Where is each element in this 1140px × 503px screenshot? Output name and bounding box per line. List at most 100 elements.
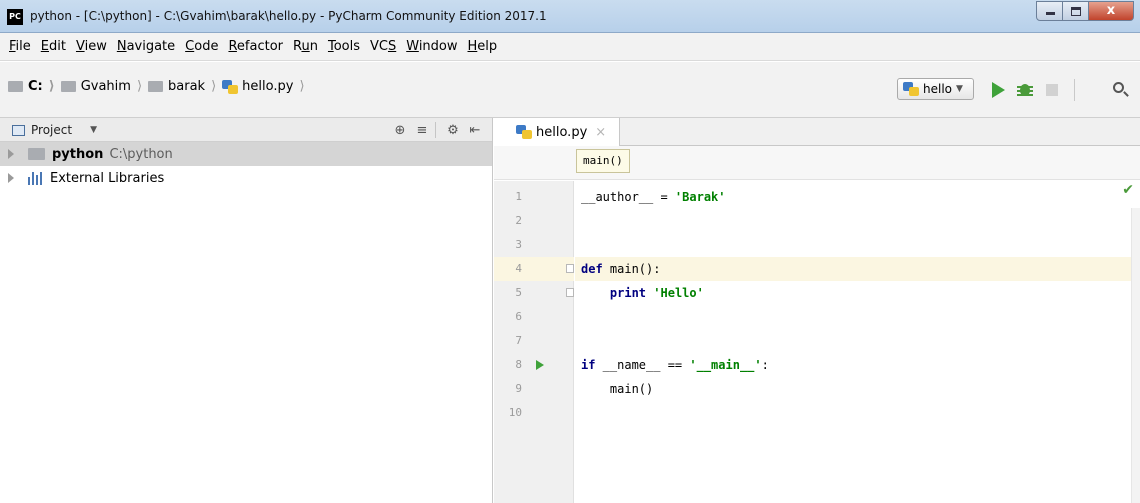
folder-icon	[8, 81, 23, 92]
code-text: print 'Hello'	[581, 281, 704, 305]
project-tool-window: Project ▼ ⊕ ≡ ⚙ ⇤ python C:\python Exter…	[0, 118, 493, 503]
code-keyword: print	[609, 286, 647, 300]
fold-marker-icon[interactable]	[566, 264, 574, 273]
python-file-icon	[516, 125, 532, 139]
crumb-gvahim[interactable]: Gvahim ⟩	[60, 79, 148, 94]
line-number: 3	[515, 238, 522, 251]
run-gutter-icon[interactable]	[536, 360, 544, 370]
code-line[interactable]	[575, 401, 1140, 425]
toolbar-divider	[1074, 79, 1075, 101]
menu-item-navigate[interactable]: Navigate	[112, 39, 180, 54]
menu-item-window[interactable]: Window	[401, 39, 462, 54]
maximize-button[interactable]	[1063, 1, 1089, 21]
code-line[interactable]	[575, 209, 1140, 233]
code-line[interactable]: print 'Hello'	[575, 281, 1140, 305]
gear-icon[interactable]: ⚙	[444, 121, 462, 139]
folder-icon	[60, 81, 76, 92]
gutter-line: 3	[494, 233, 574, 257]
menu-item-run[interactable]: Run	[288, 39, 323, 54]
expand-arrow-icon[interactable]	[8, 149, 14, 159]
project-icon	[12, 124, 25, 136]
menu-item-code[interactable]: Code	[180, 39, 223, 54]
editor-gutter: 1 2 3 4 5 6 7 8 9 10	[494, 181, 574, 503]
toolbar-divider	[435, 122, 436, 138]
menu-item-view[interactable]: View	[71, 39, 112, 54]
title-bar: PC python - [C:\python] - C:\Gvahim\bara…	[0, 0, 1140, 33]
code-line[interactable]: if __name__ == '__main__':	[575, 353, 1140, 377]
code-text: if __name__ == '__main__':	[581, 353, 769, 377]
gutter-line: 10	[494, 401, 574, 425]
menu-item-vcs[interactable]: VCS	[365, 39, 401, 54]
menu-item-refactor[interactable]: Refactor	[223, 39, 288, 54]
line-number: 10	[508, 406, 522, 419]
expand-arrow-icon[interactable]	[8, 173, 14, 183]
code-breadcrumb-bar: main()	[494, 146, 1140, 180]
crumb-drive[interactable]: C: ⟩	[8, 79, 61, 94]
collapse-all-icon[interactable]: ≡	[413, 121, 431, 139]
chevron-down-icon: ▼	[956, 84, 963, 94]
close-button[interactable]: x	[1089, 1, 1134, 21]
error-stripe[interactable]	[1131, 208, 1140, 503]
code-line[interactable]: __author__ = 'Barak'	[575, 185, 1140, 209]
breadcrumb: C: ⟩ Gvahim ⟩ barak ⟩ hello.py ⟩	[8, 79, 311, 94]
run-configuration-select[interactable]: hello ▼	[897, 78, 974, 100]
fold-marker-icon[interactable]	[566, 288, 574, 297]
chevron-down-icon: ▼	[90, 125, 97, 135]
menu-item-edit[interactable]: Edit	[36, 39, 71, 54]
folder-icon	[148, 81, 164, 92]
close-icon: x	[1106, 3, 1116, 18]
maximize-icon	[1071, 7, 1081, 16]
menu-item-help[interactable]: Help	[463, 39, 503, 54]
editor-tab-bar: hello.py ×	[494, 118, 1140, 146]
gutter-line: 8	[494, 353, 574, 377]
hide-panel-icon[interactable]: ⇤	[466, 121, 484, 139]
python-file-icon	[903, 82, 919, 96]
line-number: 2	[515, 214, 522, 227]
menu-item-file[interactable]: File	[4, 39, 36, 54]
gutter-line: 7	[494, 329, 574, 353]
run-icon[interactable]	[989, 81, 1007, 99]
code-string: 'Barak'	[674, 190, 726, 204]
crumb-hello-py[interactable]: hello.py ⟩	[222, 79, 310, 94]
scroll-from-source-icon[interactable]: ⊕	[391, 121, 409, 139]
menu-item-tools[interactable]: Tools	[323, 39, 365, 54]
stop-icon[interactable]	[1043, 81, 1061, 99]
line-number: 1	[515, 190, 522, 203]
minimize-button[interactable]	[1036, 1, 1063, 21]
debug-icon[interactable]	[1016, 81, 1034, 99]
code-line[interactable]: main()	[575, 377, 1140, 401]
navigation-bar: C: ⟩ Gvahim ⟩ barak ⟩ hello.py ⟩ hello ▼	[0, 62, 1140, 118]
window-title: python - [C:\python] - C:\Gvahim\barak\h…	[30, 9, 547, 23]
folder-icon	[28, 148, 45, 160]
code-keyword: def	[581, 262, 603, 276]
libraries-icon	[28, 171, 44, 185]
close-tab-icon[interactable]: ×	[595, 125, 606, 140]
code-text: __author__ = 'Barak'	[581, 185, 726, 209]
code-string: 'Hello'	[653, 286, 704, 300]
code-line[interactable]	[575, 233, 1140, 257]
inspection-ok-icon: ✔	[1122, 182, 1134, 198]
menu-bar: File Edit View Navigate Code Refactor Run Tools…	[0, 33, 1140, 61]
code-text: def main():	[581, 257, 660, 281]
code-area[interactable]: __author__ = 'Barak' def main(): print 'H…	[575, 181, 1140, 503]
line-number: 6	[515, 310, 522, 323]
window-controls: x	[1036, 1, 1134, 21]
code-token: main():	[602, 262, 661, 276]
tab-hello-py[interactable]: hello.py ×	[494, 118, 620, 146]
python-file-icon	[222, 79, 239, 94]
code-line[interactable]: def main():	[575, 257, 1140, 281]
project-toolbar: ⊕ ≡ ⚙ ⇤	[387, 121, 484, 139]
code-line[interactable]	[575, 329, 1140, 353]
gutter-line: 2	[494, 209, 574, 233]
editor: hello.py × main() 1 2 3 4 5 6 7 8 9 10 __author__…	[494, 118, 1140, 503]
code-string: '__main__'	[689, 358, 762, 372]
search-icon[interactable]	[1112, 81, 1130, 99]
code-line[interactable]	[575, 305, 1140, 329]
crumb-barak[interactable]: barak ⟩	[148, 79, 222, 94]
code-text: main()	[581, 377, 653, 401]
project-view-selector[interactable]: Project ▼	[12, 123, 97, 137]
tree-item-external-libraries[interactable]: External Libraries	[0, 166, 492, 190]
code-breadcrumb-main[interactable]: main()	[576, 149, 630, 173]
tree-item-python[interactable]: python C:\python	[0, 142, 492, 166]
